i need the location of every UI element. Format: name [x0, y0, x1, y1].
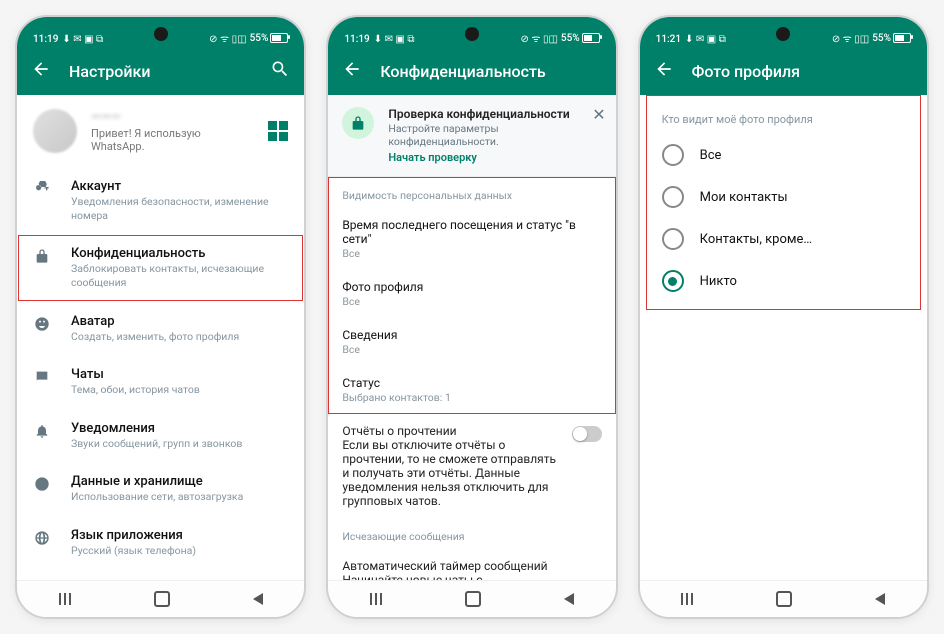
- settings-item-language[interactable]: Язык приложения Русский (язык телефона): [17, 516, 304, 570]
- radio-nobody[interactable]: Никто: [646, 260, 921, 302]
- profile-status: Привет! Я использую WhatsApp.: [91, 127, 254, 153]
- status-time: 11:19: [33, 34, 58, 45]
- nav-home[interactable]: [465, 591, 481, 607]
- app-bar: Настройки: [17, 47, 304, 95]
- status-time: 11:21: [656, 34, 681, 45]
- status-right-icons: ⊘ ᯤ ▯◫: [520, 31, 557, 45]
- front-camera: [776, 27, 790, 41]
- privacy-check-banner[interactable]: Проверка конфиденциальности Настройте па…: [328, 95, 615, 177]
- phone-privacy: 11:19 ⬇ ✉ ▣ ⧉ ⊘ ᯤ ▯◫ 55% Конфиденциально…: [326, 15, 617, 619]
- nav-recent[interactable]: [370, 593, 382, 605]
- page-title: Конфиденциальность: [380, 62, 601, 81]
- nav-back[interactable]: [253, 593, 263, 605]
- nav-recent[interactable]: [681, 593, 693, 605]
- privacy-about[interactable]: Сведения Все: [328, 318, 615, 366]
- lock-icon: [33, 248, 51, 264]
- search-icon[interactable]: [270, 59, 290, 83]
- back-icon[interactable]: [31, 59, 51, 83]
- android-nav-bar: [17, 580, 304, 617]
- profile-photo-content: Кто видит моё фото профиля Все Мои конта…: [640, 95, 927, 580]
- privacy-status[interactable]: Статус Выбрано контактов: 1: [328, 366, 615, 414]
- who-sees-label: Кто видит моё фото профиля: [646, 99, 921, 134]
- front-camera: [154, 27, 168, 41]
- battery: 55%: [561, 33, 600, 44]
- privacy-last-seen[interactable]: Время последнего посещения и статус "в с…: [328, 208, 615, 270]
- status-time: 11:19: [344, 34, 369, 45]
- key-icon: [33, 181, 51, 197]
- nav-recent[interactable]: [59, 593, 71, 605]
- bell-icon: [33, 423, 51, 439]
- back-icon[interactable]: [654, 59, 674, 83]
- status-left-icons: ⬇ ✉ ▣ ⧉: [374, 34, 415, 45]
- qr-icon[interactable]: [268, 121, 288, 141]
- chat-icon: [33, 369, 51, 385]
- close-icon[interactable]: ✕: [592, 105, 605, 124]
- disappearing-timer-row[interactable]: Автоматический таймер сообщений Начинайт…: [328, 549, 615, 580]
- read-receipts-toggle[interactable]: [572, 426, 602, 442]
- status-left-icons: ⬇ ✉ ▣ ⧉: [62, 34, 103, 45]
- back-icon[interactable]: [342, 59, 362, 83]
- app-bar: Конфиденциальность: [328, 47, 615, 95]
- battery: 55%: [250, 33, 289, 44]
- avatar: [33, 109, 77, 153]
- radio-contacts-except[interactable]: Контакты, кроме…: [646, 218, 921, 260]
- app-bar: Фото профиля: [640, 47, 927, 95]
- radio-icon-checked: [662, 270, 684, 292]
- settings-item-avatar[interactable]: Аватар Создать, изменить, фото профиля: [17, 302, 304, 356]
- start-check-link[interactable]: Начать проверку: [388, 151, 601, 164]
- privacy-content: Проверка конфиденциальности Настройте па…: [328, 95, 615, 580]
- phone-settings: 11:19 ⬇ ✉ ▣ ⧉ ⊘ ᯤ ▯◫ 55% Настройки ——— П…: [15, 15, 306, 619]
- status-right-icons: ⊘ ᯤ ▯◫: [209, 31, 246, 45]
- radio-my-contacts[interactable]: Мои контакты: [646, 176, 921, 218]
- radio-group-highlight: Кто видит моё фото профиля Все Мои конта…: [646, 95, 921, 310]
- nav-home[interactable]: [776, 591, 792, 607]
- face-icon: [33, 316, 51, 332]
- front-camera: [465, 27, 479, 41]
- settings-content: ——— Привет! Я использую WhatsApp. Аккаун…: [17, 95, 304, 580]
- page-title: Фото профиля: [692, 62, 913, 81]
- settings-item-chats[interactable]: Чаты Тема, обои, история чатов: [17, 355, 304, 409]
- phone-profile-photo: 11:21 ⬇ ✉ ▣ ⧉ ⊘ ᯤ ▯◫ 55% Фото профиля Кт…: [638, 15, 929, 619]
- android-nav-bar: [640, 580, 927, 617]
- status-left-icons: ⬇ ✉ ▣ ⧉: [685, 34, 726, 45]
- data-icon: [33, 476, 51, 492]
- battery: 55%: [872, 33, 911, 44]
- radio-icon: [662, 144, 684, 166]
- privacy-profile-photo[interactable]: Фото профиля Все: [328, 270, 615, 318]
- radio-icon: [662, 186, 684, 208]
- settings-item-storage[interactable]: Данные и хранилище Использование сети, а…: [17, 462, 304, 516]
- section-disappearing-label: Исчезающие сообщения: [328, 518, 615, 549]
- section-visibility-label: Видимость персональных данных: [328, 177, 615, 208]
- radio-everyone[interactable]: Все: [646, 134, 921, 176]
- nav-home[interactable]: [154, 591, 170, 607]
- read-receipts-row[interactable]: Отчёты о прочтении Если вы отключите отч…: [328, 414, 615, 518]
- nav-back[interactable]: [564, 593, 574, 605]
- visibility-section-highlight: Видимость персональных данных Время посл…: [328, 177, 615, 414]
- radio-icon: [662, 228, 684, 250]
- settings-item-privacy[interactable]: Конфиденциальность Заблокировать контакт…: [17, 234, 304, 301]
- profile-name: ———: [91, 110, 254, 125]
- nav-back[interactable]: [875, 593, 885, 605]
- globe-icon: [33, 530, 51, 546]
- settings-item-notifications[interactable]: Уведомления Звуки сообщений, групп и зво…: [17, 409, 304, 463]
- settings-item-account[interactable]: Аккаунт Уведомления безопасности, измене…: [17, 167, 304, 234]
- lock-shield-icon: [342, 107, 374, 139]
- page-title: Настройки: [69, 62, 252, 81]
- settings-item-help[interactable]: Помощь Справочный центр, связь с нами, п…: [17, 570, 304, 580]
- status-right-icons: ⊘ ᯤ ▯◫: [832, 31, 869, 45]
- profile-row[interactable]: ——— Привет! Я использую WhatsApp.: [17, 95, 304, 167]
- android-nav-bar: [328, 580, 615, 617]
